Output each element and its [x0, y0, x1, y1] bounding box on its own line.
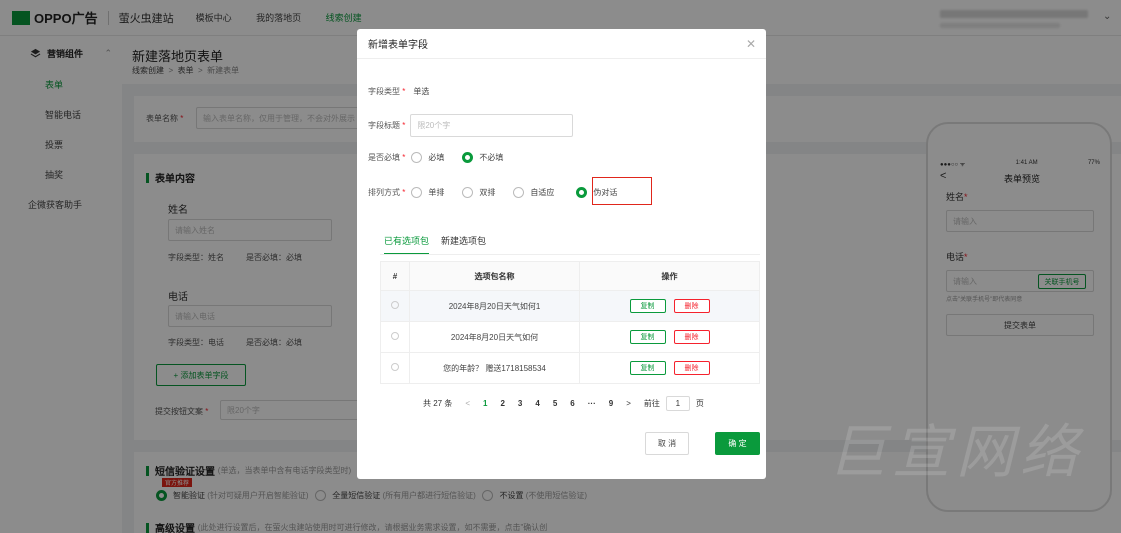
pack-name: 2024年8月20日天气如何 — [409, 321, 580, 353]
delete-button[interactable]: 删除 — [673, 330, 710, 344]
prev-page-icon[interactable]: < — [465, 399, 470, 408]
radio-not-required[interactable]: 不必填 — [462, 152, 503, 163]
field-title-input[interactable]: 限20个字 — [410, 114, 574, 137]
page-number[interactable]: 3 — [518, 399, 522, 408]
radio-button[interactable] — [462, 187, 474, 198]
field-type-label: 字段类型 * — [368, 87, 406, 96]
field-type-value: 单选 — [413, 87, 430, 96]
dialog-header: 新增表单字段 ✕ — [357, 29, 766, 59]
field-title-row: 字段标题 * 限20个字 — [368, 114, 574, 137]
row-radio[interactable] — [391, 332, 399, 340]
option-pack-table: # 选项包名称 操作 2024年8月20日天气如何1 复制 删除 2024年8月2… — [380, 261, 760, 384]
radio-button[interactable] — [462, 152, 474, 163]
column-header: 选项包名称 — [409, 261, 580, 291]
goto-page-input[interactable]: 1 — [665, 396, 690, 411]
dialog-title: 新增表单字段 — [368, 40, 428, 51]
layout-label: 排列方式 * — [368, 188, 406, 197]
pagination-total: 共 27 条 — [423, 399, 453, 408]
page-number[interactable]: 1 — [483, 399, 487, 408]
next-page-icon[interactable]: > — [626, 399, 631, 408]
field-type-row: 字段类型 * 单选 — [368, 86, 429, 97]
required-label: 是否必填 * — [368, 153, 406, 162]
copy-button[interactable]: 复制 — [629, 299, 666, 313]
radio-adaptive[interactable]: 自适应 — [513, 187, 554, 198]
field-title-label: 字段标题 * — [368, 121, 406, 130]
column-header: 操作 — [579, 261, 760, 291]
confirm-button[interactable]: 确 定 — [715, 432, 760, 455]
pagination: 共 27 条 < 1 2 3 4 5 6 ··· 9 > 前往 1 页 — [423, 396, 717, 411]
tab-new-pack[interactable]: 新建选项包 — [441, 234, 486, 255]
radio-double-row[interactable]: 双排 — [462, 187, 495, 198]
table-row[interactable]: 2024年8月20日天气如何 复制 删除 — [380, 321, 760, 353]
row-radio[interactable] — [391, 363, 399, 371]
delete-button[interactable]: 删除 — [673, 299, 710, 313]
radio-button[interactable] — [576, 187, 588, 198]
goto-prefix: 前往 — [643, 399, 660, 408]
highlight-box — [592, 177, 652, 205]
table-row[interactable]: 2024年8月20日天气如何1 复制 删除 — [380, 290, 760, 322]
close-icon[interactable]: ✕ — [746, 37, 756, 51]
page-ellipsis[interactable]: ··· — [588, 399, 596, 408]
radio-required[interactable]: 必填 — [411, 152, 444, 163]
cancel-button[interactable]: 取 消 — [645, 432, 689, 455]
pack-name: 2024年8月20日天气如何1 — [409, 290, 580, 322]
goto-suffix: 页 — [695, 399, 704, 408]
delete-button[interactable]: 删除 — [673, 361, 710, 375]
add-field-dialog: 新增表单字段 ✕ 字段类型 * 单选 字段标题 * 限20个字 是否必填 * 必… — [357, 29, 766, 479]
copy-button[interactable]: 复制 — [629, 361, 666, 375]
radio-button[interactable] — [411, 152, 423, 163]
page-number[interactable]: 9 — [609, 399, 613, 408]
required-row: 是否必填 * 必填 不必填 — [368, 152, 521, 163]
page-number[interactable]: 4 — [535, 399, 539, 408]
pack-name: 您的年龄？ 赠送1718158534 — [409, 352, 580, 384]
radio-single-row[interactable]: 单排 — [411, 187, 444, 198]
tabs-divider — [380, 254, 760, 255]
page-number[interactable]: 6 — [570, 399, 574, 408]
row-radio[interactable] — [391, 301, 399, 309]
page-number[interactable]: 2 — [500, 399, 504, 408]
radio-button[interactable] — [513, 187, 525, 198]
tab-existing-packs[interactable]: 已有选项包 — [384, 234, 430, 255]
copy-button[interactable]: 复制 — [629, 330, 666, 344]
watermark: 巨宣网络 — [828, 418, 1085, 486]
table-row[interactable]: 您的年龄？ 赠送1718158534 复制 删除 — [380, 352, 760, 384]
option-pack-tabs: 已有选项包 新建选项包 — [384, 234, 498, 255]
page-number[interactable]: 5 — [553, 399, 557, 408]
column-header: # — [380, 261, 410, 291]
radio-button[interactable] — [411, 187, 423, 198]
